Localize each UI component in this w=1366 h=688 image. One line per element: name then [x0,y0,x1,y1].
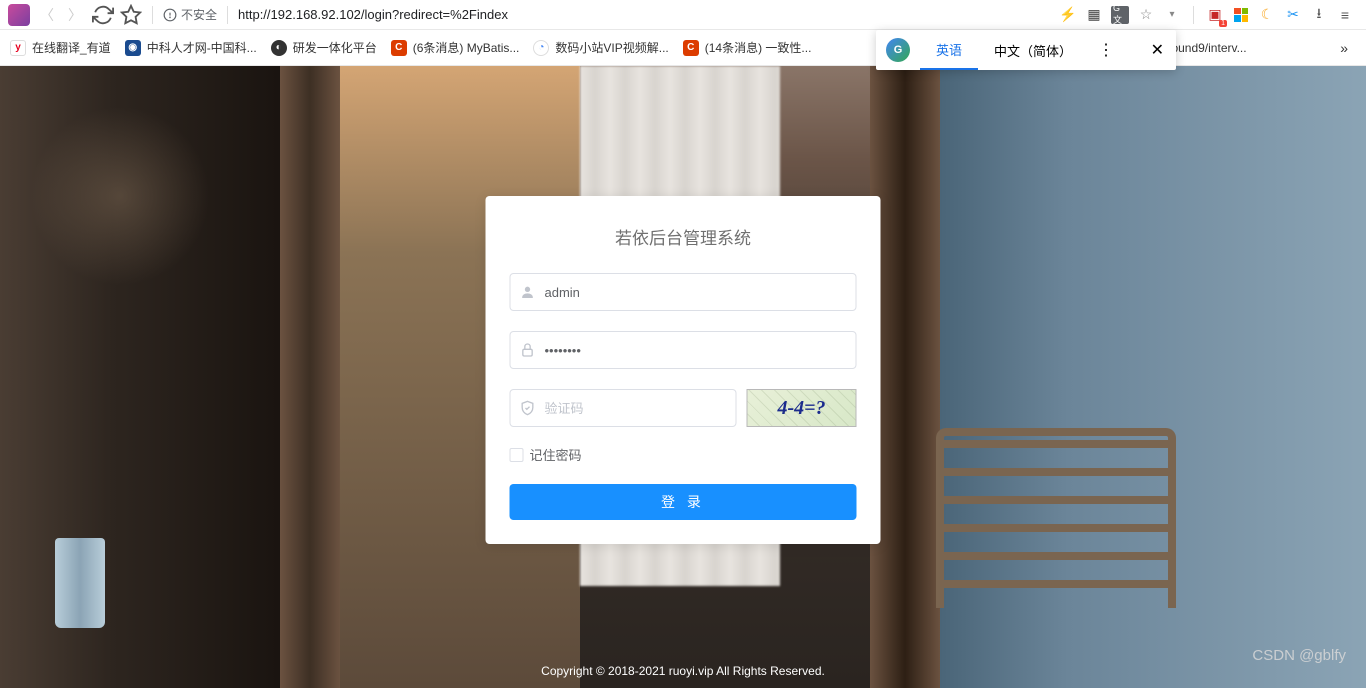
grid-icon[interactable] [1232,6,1250,24]
bookmark-item[interactable]: ◉中科人才网-中国科... [125,39,257,56]
password-input[interactable] [510,331,857,369]
captcha-row: 4-4=? [510,389,857,427]
qr-icon[interactable]: ▦ [1085,6,1103,24]
translate-ext-icon[interactable]: G文 [1111,6,1129,24]
translate-tab-chinese[interactable]: 中文（简体） [978,30,1088,70]
bookmarks-bar: y在线翻译_有道 ◉中科人才网-中国科... ◐研发一体化平台 C(6条消息) … [0,30,1366,66]
favorite-button[interactable] [120,4,142,26]
divider [152,6,153,24]
username-input[interactable] [510,273,857,311]
bookmark-item[interactable]: C(6条消息) MyBatis... [391,39,520,56]
copyright-footer: Copyright © 2018-2021 ruoyi.vip All Righ… [541,664,825,678]
bookmark-item[interactable]: C(14条消息) 一致性... [683,39,812,56]
dropdown-icon[interactable]: ▾ [1163,6,1181,24]
scissors-icon[interactable]: ✂ [1284,6,1302,24]
user-icon [520,284,536,300]
browser-toolbar: 〈 〉 不安全 http://192.168.92.102/login?redi… [0,0,1366,30]
login-button[interactable]: 登 录 [510,484,857,520]
lock-icon [520,342,536,358]
divider [227,6,228,24]
shield-icon [520,400,536,416]
captcha-input[interactable] [510,389,737,427]
translate-close-icon[interactable]: ✕ [1139,40,1176,60]
download-icon[interactable]: ⭳ [1310,6,1328,24]
menu-icon[interactable]: ≡ [1336,6,1354,24]
forward-button[interactable]: 〉 [64,4,86,26]
bookmarks-overflow[interactable]: » [1332,40,1356,56]
bookmark-item[interactable]: ◔数码小站VIP视频解... [533,39,668,56]
translate-tab-english[interactable]: 英语 [920,30,978,70]
translate-popup: G 英语 中文（简体） ⋮ ✕ [876,30,1176,70]
login-title: 若依后台管理系统 [510,224,857,249]
bookmark-item[interactable]: ◐研发一体化平台 [271,39,377,56]
bookmark-star-icon[interactable]: ☆ [1137,6,1155,24]
translate-menu-icon[interactable]: ⋮ [1088,40,1124,60]
remember-checkbox[interactable] [510,448,524,462]
password-group [510,331,857,369]
divider [1193,6,1194,24]
bolt-icon[interactable]: ⚡ [1059,6,1077,24]
remember-label: 记住密码 [530,445,582,464]
insecure-label: 不安全 [181,6,217,23]
back-button[interactable]: 〈 [36,4,58,26]
google-translate-icon: G [886,38,910,62]
watermark: CSDN @gblfy [1252,647,1346,664]
site-identity-icon [8,4,30,26]
captcha-image[interactable]: 4-4=? [747,389,857,427]
security-indicator[interactable]: 不安全 [163,6,217,23]
login-form: 若依后台管理系统 4-4=? 记住密码 [486,196,881,544]
reload-button[interactable] [92,4,114,26]
page-background: 若依后台管理系统 4-4=? 记住密码 [0,66,1366,688]
username-group [510,273,857,311]
devtools-icon[interactable]: ▣1 [1206,6,1224,24]
bookmark-item[interactable]: y在线翻译_有道 [10,39,111,56]
remember-row: 记住密码 [510,445,857,464]
nav-buttons: 〈 〉 不安全 http://192.168.92.102/login?redi… [8,4,508,26]
extension-icons: ⚡ ▦ G文 ☆ ▾ ▣1 ☾ ✂ ⭳ ≡ [1059,6,1358,24]
moon-icon[interactable]: ☾ [1258,6,1276,24]
url-display[interactable]: http://192.168.92.102/login?redirect=%2F… [238,7,508,22]
